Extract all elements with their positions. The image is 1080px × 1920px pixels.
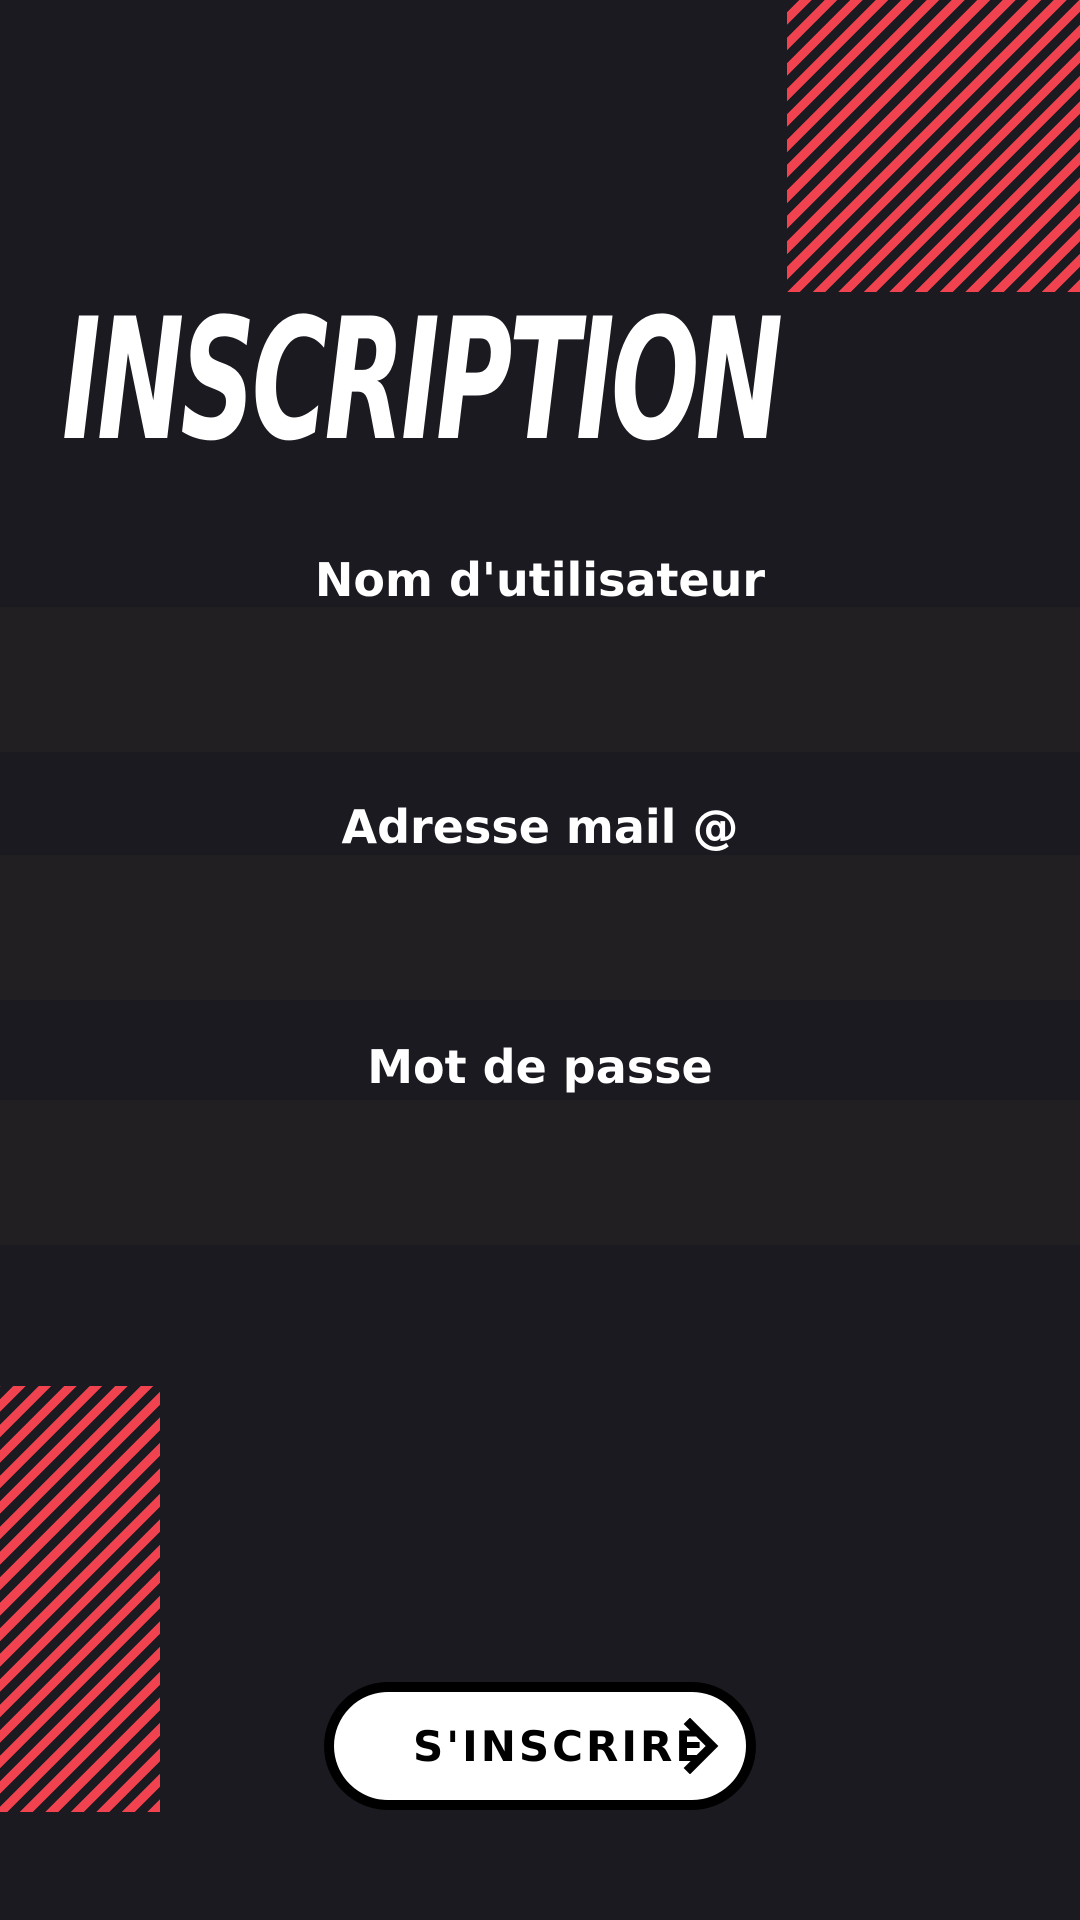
page-title: INSCRIPTION — [62, 282, 783, 478]
chevron-right-icon — [683, 1718, 719, 1774]
signup-button[interactable]: S'INSCRIRE — [324, 1682, 756, 1810]
email-label: Adresse mail @ — [341, 800, 739, 854]
signup-button-label: S'INSCRIRE — [413, 1721, 707, 1771]
decorative-stripes-top-right — [787, 0, 1080, 292]
email-input[interactable] — [0, 855, 1080, 1000]
username-input[interactable] — [0, 607, 1080, 752]
decorative-stripes-bottom-left — [0, 1386, 160, 1812]
password-label: Mot de passe — [367, 1040, 713, 1094]
username-label: Nom d'utilisateur — [314, 553, 766, 607]
password-input[interactable] — [0, 1100, 1080, 1245]
